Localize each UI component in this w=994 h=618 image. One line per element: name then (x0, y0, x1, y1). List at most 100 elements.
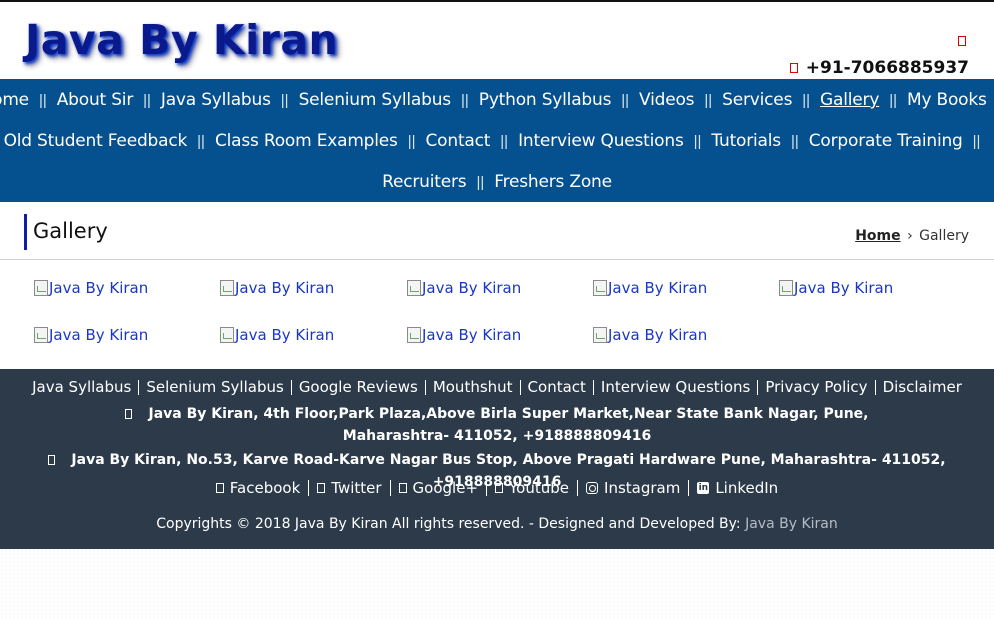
google-plus-icon (398, 483, 407, 493)
main-nav: Home || About Sir || Java Syllabus || Selen… (0, 79, 994, 202)
breadcrumb: Home › Gallery (855, 228, 969, 244)
footer-link-selenium-syllabus[interactable]: Selenium Syllabus (146, 378, 283, 396)
copyright-text: Copyrights © 2018 Java By Kiran All righ… (156, 516, 741, 532)
social-linkedin-label: LinkedIn (715, 479, 779, 497)
page-title-bar: Gallery Home › Gallery (0, 202, 994, 260)
gallery-image[interactable]: Java By Kiran (34, 326, 148, 344)
social-instagram[interactable]: Instagram (586, 479, 680, 497)
facebook-icon (215, 483, 224, 493)
gallery-image[interactable]: Java By Kiran (407, 279, 521, 297)
breadcrumb-current: Gallery (919, 228, 969, 244)
nav-separator: || (476, 173, 485, 191)
gallery-image[interactable]: Java By Kiran (593, 279, 707, 297)
footer-separator (138, 379, 140, 395)
social-google-plus[interactable]: Google+ (398, 479, 478, 497)
footer-link-google-reviews[interactable]: Google Reviews (299, 378, 418, 396)
nav-separator: || (889, 91, 897, 109)
social-twitter-label: Twitter (331, 479, 382, 497)
broken-image-icon (407, 280, 421, 296)
broken-image-icon (220, 280, 234, 296)
nav-item-services[interactable]: Services (722, 90, 792, 110)
nav-separator: || (802, 91, 811, 109)
site-footer: Java Syllabus Selenium Syllabus Google R… (0, 369, 994, 549)
social-separator (389, 480, 391, 496)
footer-link-contact[interactable]: Contact (528, 378, 586, 396)
nav-item-class-room-examples[interactable]: Class Room Examples (215, 131, 398, 151)
footer-separator (592, 379, 594, 395)
youtube-icon (495, 483, 504, 493)
nav-row-3: Recruiters || Freshers Zone (0, 172, 994, 192)
site-header: Java By Kiran +91-7066885937 (0, 2, 994, 79)
footer-separator (519, 379, 521, 395)
gallery-image[interactable]: Java By Kiran (34, 279, 148, 297)
social-linkedin[interactable]: in LinkedIn (697, 479, 778, 497)
nav-separator: || (38, 91, 47, 109)
breadcrumb-home-link[interactable]: Home (855, 228, 900, 244)
breadcrumb-separator: › (907, 228, 913, 244)
gallery-image[interactable]: Java By Kiran (779, 279, 893, 297)
social-youtube[interactable]: Youtube (495, 479, 569, 497)
footer-link-java-syllabus[interactable]: Java Syllabus (32, 378, 131, 396)
nav-item-corporate-training[interactable]: Corporate Training (809, 131, 963, 151)
footer-link-disclaimer[interactable]: Disclaimer (883, 378, 962, 396)
copyright: Copyrights © 2018 Java By Kiran All righ… (0, 516, 994, 532)
social-separator (688, 480, 690, 496)
instagram-icon (586, 482, 599, 494)
nav-item-my-books[interactable]: My Books (907, 90, 987, 110)
gallery-image[interactable]: Java By Kiran (593, 326, 707, 344)
footer-links: Java Syllabus Selenium Syllabus Google R… (0, 378, 994, 396)
broken-image-icon (34, 280, 48, 296)
site-logo[interactable]: Java By Kiran (25, 16, 338, 64)
nav-item-python-syllabus[interactable]: Python Syllabus (479, 90, 612, 110)
nav-separator: || (790, 132, 799, 150)
nav-item-old-student-feedback[interactable]: Old Student Feedback (4, 131, 188, 151)
designer-link[interactable]: Java By Kiran (745, 516, 838, 532)
nav-item-home[interactable]: Home (0, 90, 29, 110)
address-1-text: Java By Kiran, 4th Floor,Park Plaza,Abov… (148, 406, 869, 444)
broken-image-icon (593, 327, 607, 343)
social-twitter[interactable]: Twitter (317, 479, 382, 497)
gallery-image-alt: Java By Kiran (422, 279, 522, 297)
nav-item-interview-questions[interactable]: Interview Questions (518, 131, 684, 151)
header-icon (958, 36, 966, 46)
nav-item-recruiters[interactable]: Recruiters (382, 172, 467, 192)
footer-separator (290, 379, 292, 395)
broken-image-icon (779, 280, 793, 296)
nav-separator: || (460, 91, 469, 109)
social-facebook-label: Facebook (229, 479, 301, 497)
nav-item-selenium-syllabus[interactable]: Selenium Syllabus (299, 90, 452, 110)
nav-row-2: Old Student Feedback || Class Room Exampl… (0, 131, 994, 151)
nav-item-java-syllabus[interactable]: Java Syllabus (161, 90, 271, 110)
nav-item-freshers-zone[interactable]: Freshers Zone (494, 172, 612, 192)
footer-link-privacy-policy[interactable]: Privacy Policy (765, 378, 867, 396)
nav-item-contact[interactable]: Contact (426, 131, 491, 151)
social-separator (577, 480, 579, 496)
gallery-grid: Java By Kiran Java By Kiran Java By Kira… (0, 261, 994, 369)
nav-separator: || (500, 132, 509, 150)
gallery-image-alt: Java By Kiran (794, 279, 894, 297)
nav-item-videos[interactable]: Videos (639, 90, 694, 110)
nav-item-gallery[interactable]: Gallery (820, 90, 879, 110)
gallery-image[interactable]: Java By Kiran (220, 279, 334, 297)
gallery-image-alt: Java By Kiran (608, 279, 708, 297)
phone-icon (789, 63, 798, 73)
social-separator (308, 480, 310, 496)
nav-separator: || (704, 91, 713, 109)
gallery-image-alt: Java By Kiran (49, 326, 149, 344)
gallery-image[interactable]: Java By Kiran (220, 326, 334, 344)
footer-link-mouthshut[interactable]: Mouthshut (433, 378, 513, 396)
nav-item-about-sir[interactable]: About Sir (57, 90, 134, 110)
social-instagram-label: Instagram (604, 479, 681, 497)
nav-item-tutorials[interactable]: Tutorials (711, 131, 781, 151)
footer-link-interview-questions[interactable]: Interview Questions (601, 378, 750, 396)
gallery-image[interactable]: Java By Kiran (407, 326, 521, 344)
footer-separator (757, 379, 759, 395)
phone-contact[interactable]: +91-7066885937 (789, 58, 969, 78)
social-facebook[interactable]: Facebook (215, 479, 301, 497)
title-accent-bar (24, 214, 27, 250)
nav-separator: || (621, 91, 630, 109)
twitter-icon (317, 483, 326, 493)
nav-row-1: Home || About Sir || Java Syllabus || Selen… (0, 90, 994, 110)
social-links: Facebook Twitter Google+ Youtube Instagr… (0, 479, 994, 497)
broken-image-icon (220, 327, 234, 343)
